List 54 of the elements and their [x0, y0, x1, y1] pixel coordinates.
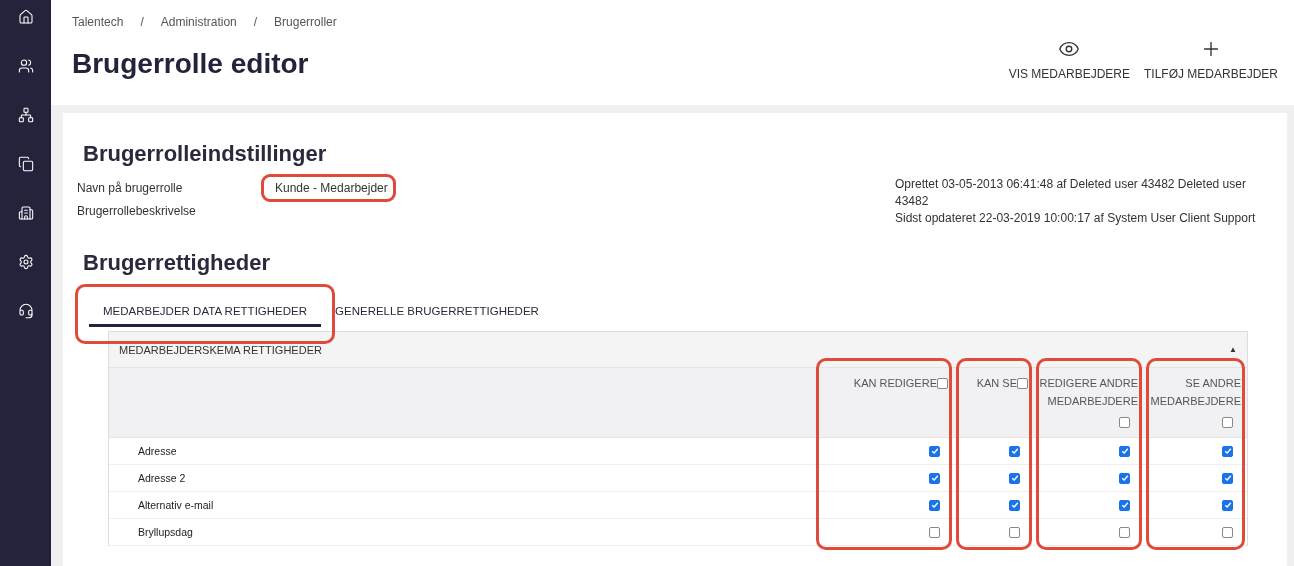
row-label: Alternativ e-mail [109, 492, 814, 519]
people-icon[interactable] [17, 58, 34, 74]
row-label: Bryllupsdag [109, 519, 814, 546]
field-label: Navn på brugerrolle [77, 180, 184, 195]
checkbox[interactable] [929, 445, 940, 457]
checkbox[interactable] [1222, 499, 1233, 511]
checkbox[interactable] [1222, 445, 1233, 457]
collapse-toggle[interactable]: ▲ [1229, 345, 1237, 354]
checkbox[interactable] [1222, 526, 1233, 538]
documents-icon[interactable] [17, 156, 34, 172]
field-value: Kunde - Medarbejder [274, 180, 389, 195]
row-label: Adresse [109, 438, 814, 465]
page-title: Brugerrolle editor [72, 48, 310, 80]
building-icon[interactable] [17, 205, 34, 221]
checkbox[interactable] [1009, 499, 1020, 511]
tab[interactable]: MEDARBEJDER DATA RETTIGHEDER [89, 297, 322, 327]
table-title: MEDARBEJDERSKEMA RETTIGHEDER [119, 343, 322, 356]
tab[interactable]: GENERELLE BRUGERRETTIGHEDER [321, 297, 553, 327]
section-heading: Brugerrolleindstillinger [83, 141, 328, 167]
breadcrumb-link[interactable]: Talentech [72, 15, 124, 29]
field-label: Brugerrollebeskrivelse [77, 203, 197, 218]
checkbox[interactable] [1222, 472, 1233, 484]
checkbox[interactable] [1119, 417, 1130, 428]
checkbox[interactable] [1009, 472, 1020, 484]
settings-icon[interactable] [17, 254, 34, 270]
meta-text: Sidst opdateret 22-03-2019 10:00:17 af System User Client Support [895, 210, 1257, 227]
checkbox[interactable] [929, 526, 940, 538]
column-header: SE ANDRE MEDARBEJDERE [1149, 376, 1241, 409]
checkbox[interactable] [1009, 526, 1020, 538]
checkbox[interactable] [929, 472, 940, 484]
checkbox[interactable] [1119, 526, 1130, 538]
header-action-button[interactable]: VIS MEDARBEJDERE [1008, 38, 1130, 83]
breadcrumb-link[interactable]: Administration [160, 15, 237, 29]
headset-icon[interactable] [17, 303, 34, 319]
checkbox[interactable] [1009, 445, 1020, 457]
meta-text: Oprettet 03-05-2013 06:41:48 af Deleted user 43482 Deleted user 43482 [895, 176, 1247, 210]
breadcrumb-separator: / [253, 15, 258, 29]
checkbox[interactable] [1119, 499, 1130, 511]
checkbox[interactable] [1119, 445, 1130, 457]
column-header: KAN REDIGERE [853, 376, 937, 391]
section-heading: Brugerrettigheder [83, 250, 272, 276]
checkbox[interactable] [1119, 472, 1130, 484]
row-label: Adresse 2 [109, 465, 814, 492]
checkbox[interactable] [1222, 417, 1233, 428]
home-icon[interactable] [17, 9, 34, 25]
column-header: REDIGERE ANDRE MEDARBEJDERE [1038, 376, 1138, 409]
org-chart-icon[interactable] [17, 107, 34, 123]
breadcrumb-separator: / [140, 15, 144, 29]
breadcrumb-link[interactable]: Brugerroller [274, 15, 337, 29]
checkbox[interactable] [937, 378, 948, 389]
column-header: KAN SE [976, 376, 1017, 391]
header-action-button[interactable]: TILFØJ MEDARBEJDER [1144, 38, 1278, 83]
checkbox[interactable] [929, 499, 940, 511]
checkbox[interactable] [1017, 378, 1028, 389]
